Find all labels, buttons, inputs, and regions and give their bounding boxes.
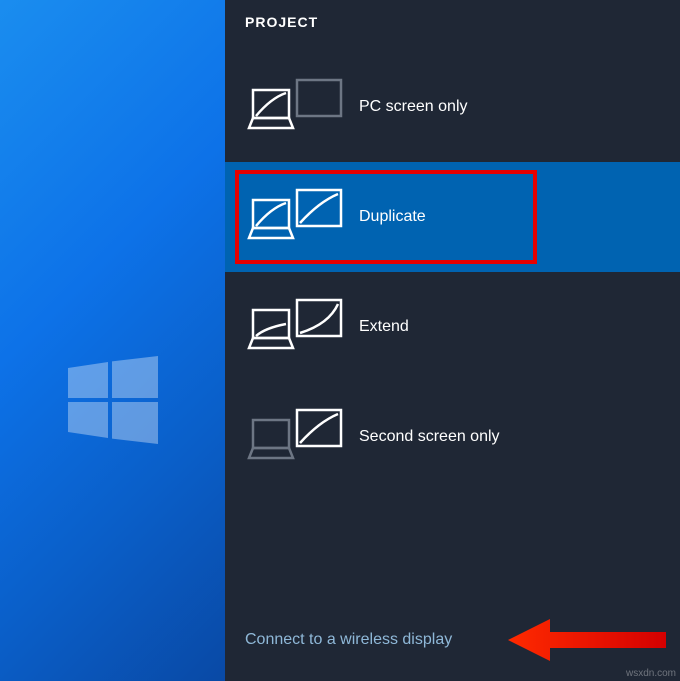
desktop-background — [0, 0, 225, 681]
option-label: Duplicate — [359, 208, 426, 226]
project-panel: PROJECT PC screen only — [225, 0, 680, 681]
windows-logo-icon — [68, 356, 158, 446]
connect-wireless-display-link[interactable]: Connect to a wireless display — [245, 631, 452, 649]
extend-icon — [245, 298, 345, 356]
option-label: Second screen only — [359, 428, 500, 446]
option-label: PC screen only — [359, 98, 468, 116]
project-option-pc-screen-only[interactable]: PC screen only — [225, 52, 680, 162]
panel-title: PROJECT — [225, 0, 680, 52]
panel-footer: Connect to a wireless display — [225, 631, 680, 681]
project-option-duplicate[interactable]: Duplicate — [225, 162, 680, 272]
project-option-extend[interactable]: Extend — [225, 272, 680, 382]
option-label: Extend — [359, 318, 409, 336]
watermark-text: wsxdn.com — [626, 668, 676, 679]
duplicate-icon — [245, 188, 345, 246]
pc-screen-only-icon — [245, 78, 345, 136]
second-screen-only-icon — [245, 408, 345, 466]
project-option-second-screen-only[interactable]: Second screen only — [225, 382, 680, 492]
